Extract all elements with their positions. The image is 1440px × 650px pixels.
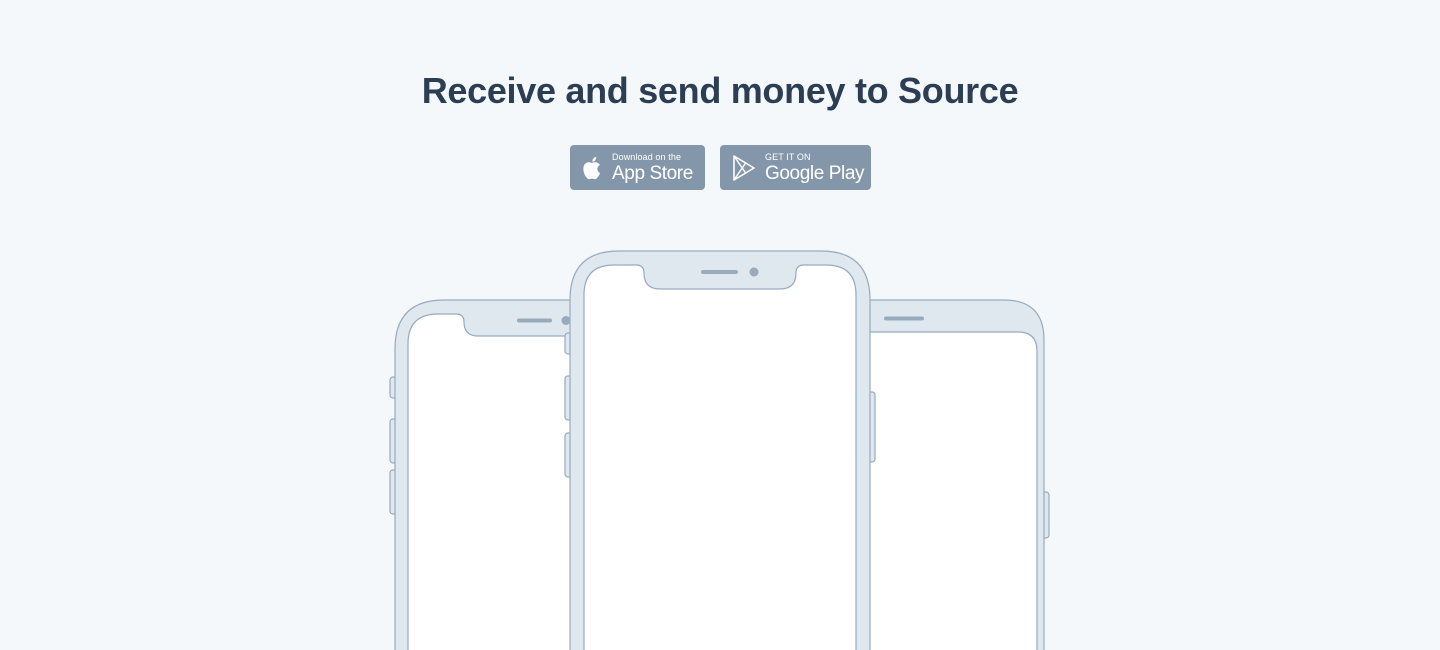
store-badges: Download on the App Store GET IT ON Goog… [570, 145, 871, 190]
right-phone-speaker [884, 316, 924, 321]
app-store-label: App Store [612, 162, 693, 184]
center-phone-speaker [701, 270, 738, 274]
right-phone [839, 299, 1050, 650]
center-phone-screen [583, 264, 857, 650]
download-section: Receive and send money to Source Downloa… [0, 0, 1440, 650]
google-play-label: Google Play [765, 162, 865, 184]
center-phone-camera [749, 267, 759, 277]
google-play-text: GET IT ON Google Play [765, 151, 865, 184]
apple-icon [583, 156, 600, 179]
app-store-caption: Download on the [612, 151, 682, 162]
left-phone-speaker [517, 318, 552, 323]
google-play-caption: GET IT ON [765, 151, 811, 162]
page-title: Receive and send money to Source [421, 70, 1019, 111]
left-phone-camera [561, 316, 571, 325]
center-phone [564, 250, 876, 650]
app-store-text: Download on the App Store [612, 151, 693, 184]
google-play-button[interactable]: GET IT ON Google Play [720, 145, 871, 190]
google-play-icon [733, 154, 755, 181]
app-store-button[interactable]: Download on the App Store [570, 145, 705, 190]
